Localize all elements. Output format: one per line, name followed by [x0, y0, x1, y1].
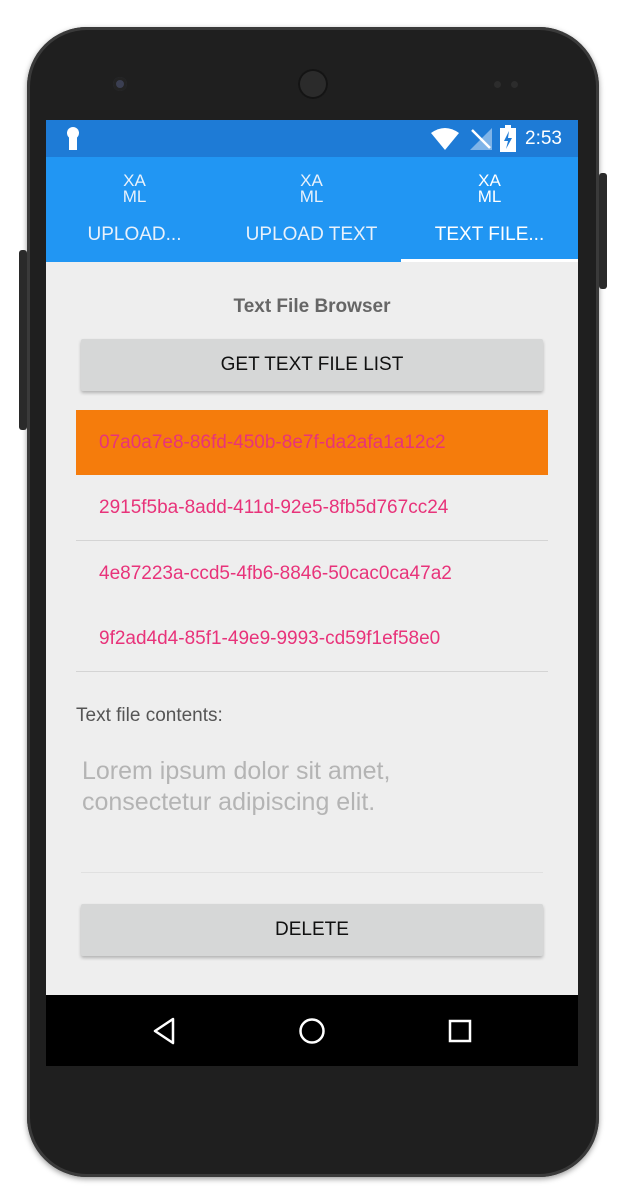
- speaker-grille: [298, 69, 328, 99]
- recents-icon[interactable]: [448, 1019, 472, 1043]
- tab-upload-text[interactable]: XA ML UPLOAD TEXT: [223, 157, 400, 262]
- xaml-icon: XA ML: [122, 171, 147, 206]
- keyhole-icon: [67, 127, 79, 150]
- status-bar: 2:53: [46, 120, 578, 157]
- navigation-bar: [46, 995, 578, 1066]
- file-list-item[interactable]: 4e87223a-ccd5-4fb6-8846-50cac0ca47a2: [76, 541, 548, 606]
- no-sim-icon: [470, 128, 492, 150]
- file-list-item[interactable]: 9f2ad4d4-85f1-49e9-9993-cd59f1ef58e0: [76, 606, 548, 671]
- tab-label: UPLOAD...: [87, 224, 182, 245]
- contents-label: Text file contents:: [76, 705, 223, 726]
- home-icon[interactable]: [298, 1017, 326, 1045]
- sensor-dot: [511, 81, 518, 88]
- battery-charging-icon: [500, 125, 516, 152]
- get-text-file-list-button[interactable]: GET TEXT FILE LIST: [81, 339, 543, 391]
- power-button: [599, 173, 607, 289]
- file-list-item[interactable]: 07a0a7e8-86fd-450b-8e7f-da2afa1a12c2: [76, 410, 548, 475]
- tab-label: TEXT FILE...: [434, 224, 545, 245]
- sensor-dot: [494, 81, 501, 88]
- xaml-icon: XA ML: [299, 171, 324, 206]
- page-title: Text File Browser: [233, 296, 391, 317]
- wifi-icon: [431, 128, 459, 150]
- front-camera-icon: [113, 77, 127, 91]
- xaml-icon: XA ML: [477, 171, 502, 206]
- tab-upload[interactable]: XA ML UPLOAD...: [46, 157, 223, 262]
- contents-editor[interactable]: Lorem ipsum dolor sit amet, consectetur …: [82, 756, 542, 818]
- tab-text-file[interactable]: XA ML TEXT FILE...: [401, 157, 578, 262]
- editor-underline: [81, 872, 543, 873]
- status-time: 2:53: [525, 128, 562, 149]
- back-icon[interactable]: [151, 1017, 177, 1045]
- editor-placeholder-line: consectetur adipiscing elit.: [82, 788, 376, 816]
- device-screen: 2:53 XA ML UPLOAD... XA ML UPLOAD TEXT XA M…: [46, 120, 578, 1066]
- list-divider: [76, 671, 548, 672]
- editor-placeholder-line: Lorem ipsum dolor sit amet,: [82, 757, 391, 785]
- delete-button[interactable]: DELETE: [81, 904, 543, 956]
- tab-label: UPLOAD TEXT: [245, 224, 378, 245]
- volume-button: [19, 250, 27, 430]
- tab-bar: XA ML UPLOAD... XA ML UPLOAD TEXT XA ML TEX…: [46, 157, 578, 262]
- file-list-item[interactable]: 2915f5ba-8add-411d-92e5-8fb5d767cc24: [76, 475, 548, 540]
- selected-tab-indicator: [401, 259, 578, 262]
